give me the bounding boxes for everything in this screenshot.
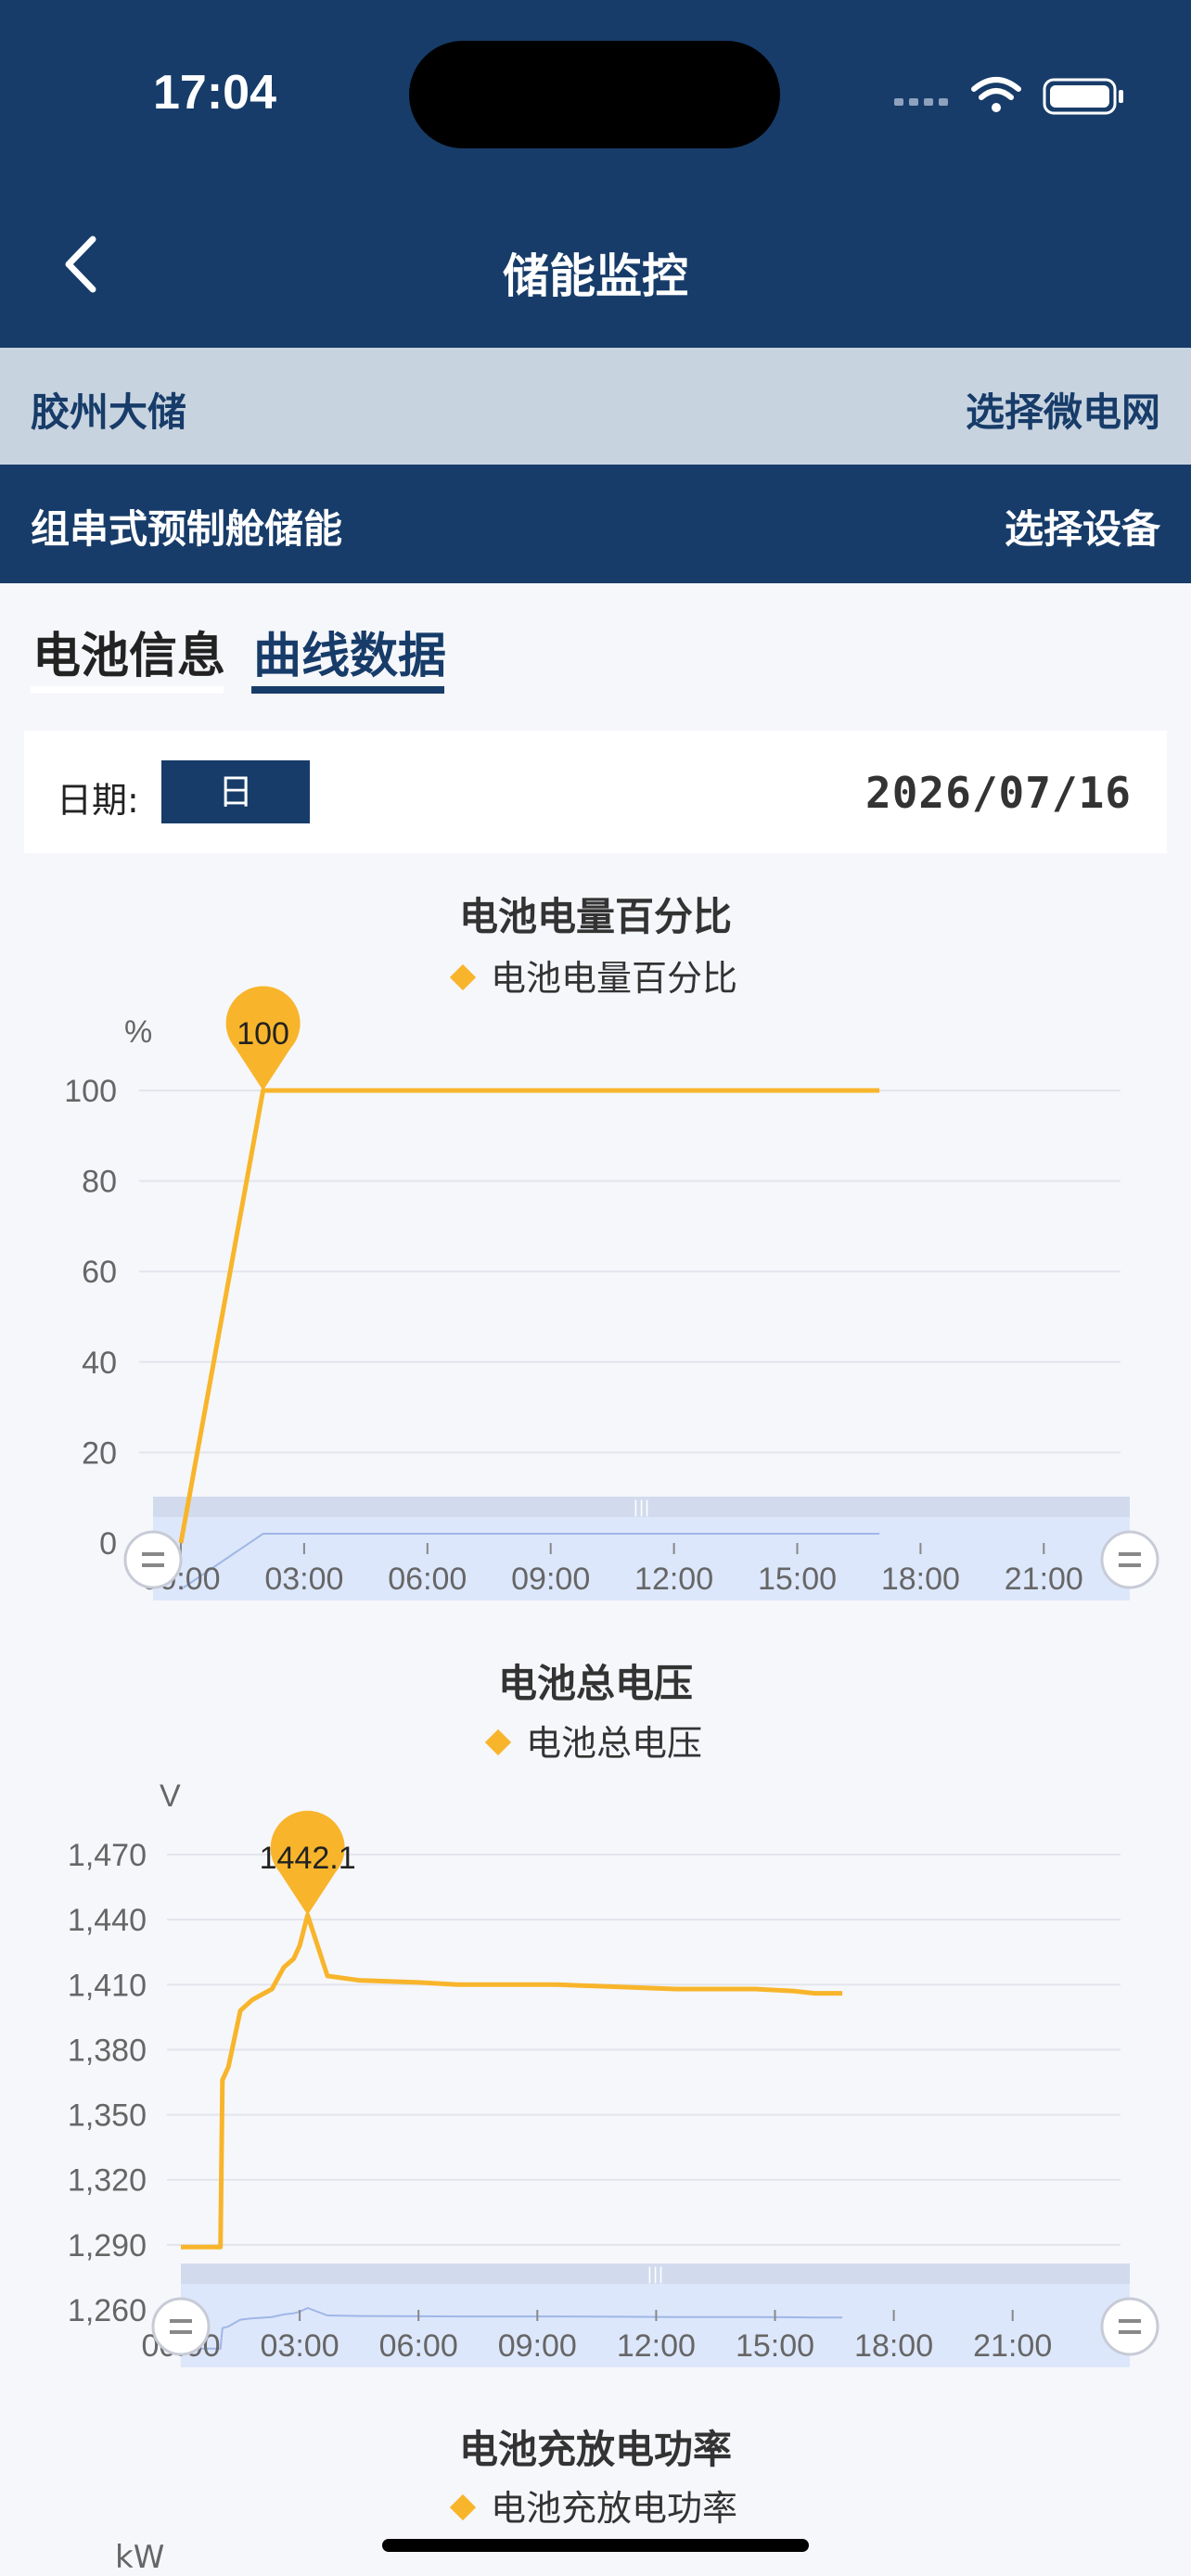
x-tick-label: 06:00 <box>379 2328 458 2364</box>
x-tick-label: 15:00 <box>736 2328 814 2364</box>
status-icons <box>894 77 1123 115</box>
x-tick-label: 09:00 <box>511 1562 590 1597</box>
zoom-grip-icon: ||| <box>647 2264 663 2284</box>
y-tick-label: 1,290 <box>68 2228 147 2264</box>
y-tick-label: 1,440 <box>68 1903 147 1938</box>
site-name: 胶州大储 <box>31 389 187 435</box>
x-tick-label: 18:00 <box>854 2328 933 2364</box>
signal-icon <box>894 98 948 106</box>
handle-circle <box>151 2297 211 2356</box>
y-tick-label: 20 <box>82 1435 117 1471</box>
battery-icon <box>1043 78 1123 115</box>
y-tick-label: 0 <box>99 1526 117 1562</box>
y-tick-label: 1,320 <box>68 2163 147 2199</box>
chart-legend-power: 电池充放电功率 <box>0 2480 1191 2531</box>
zoom-handle-left[interactable] <box>151 2297 211 2356</box>
chart-title-voltage: 电池总电压 <box>497 1661 693 1706</box>
y-tick-label: 40 <box>82 1345 117 1381</box>
max-marker-label: 100 <box>237 1016 289 1052</box>
zoom-grip-icon: ||| <box>633 1498 649 1517</box>
chart-soc[interactable]: %020406080100|||00:00 03:00 06:00 09:00 12:0… <box>0 983 1191 1613</box>
y-tick-label: 1,410 <box>68 1968 147 2003</box>
legend-diamond-icon <box>484 1728 512 1755</box>
dynamic-island <box>409 41 780 148</box>
date-filter-bar: 日期: 日 2026/07/16 <box>24 731 1167 853</box>
x-tick-label: 21:00 <box>973 2328 1052 2364</box>
handle-circle <box>123 1530 183 1589</box>
chart-title-soc: 电池电量百分比 <box>458 894 732 939</box>
x-tick-label: 03:00 <box>264 1562 343 1597</box>
y-axis-unit: V <box>160 1779 181 1814</box>
series-line <box>178 1088 880 1544</box>
y-axis-unit: % <box>124 1014 152 1050</box>
y-tick-label: 80 <box>82 1165 117 1200</box>
period-day-button[interactable]: 日 <box>161 760 310 823</box>
y-tick-label: 1,260 <box>68 2293 147 2328</box>
tab-battery-info-underline <box>31 686 224 694</box>
x-tick-label: 21:00 <box>1005 1562 1083 1597</box>
x-tick-label: 09:00 <box>498 2328 577 2364</box>
x-tick-label: 06:00 <box>388 1562 467 1597</box>
zoom-handle-right[interactable] <box>1100 2297 1159 2356</box>
handle-circle <box>1100 1530 1159 1589</box>
x-tick-label: 12:00 <box>617 2328 696 2364</box>
y-tick-label: 1,350 <box>68 2098 147 2134</box>
x-tick-label: 18:00 <box>881 1562 960 1597</box>
home-indicator <box>382 2539 809 2552</box>
x-tick-label: 03:00 <box>261 2328 339 2364</box>
max-marker-label: 1442.1 <box>260 1841 356 1876</box>
microgrid-row: 胶州大储 选择微电网 <box>0 348 1191 465</box>
handle-circle <box>1100 2297 1159 2356</box>
select-microgrid-button[interactable]: 选择微电网 <box>966 381 1160 438</box>
y-tick-label: 1,380 <box>68 2033 147 2068</box>
tab-curve-data[interactable]: 曲线数据 <box>253 617 446 686</box>
y-tick-label: 60 <box>82 1255 117 1290</box>
status-time: 17:04 <box>153 66 276 120</box>
date-label: 日期: <box>57 780 139 821</box>
legend-diamond-icon <box>449 2493 477 2520</box>
wifi-icon <box>971 77 1021 100</box>
date-picker[interactable]: 2026/07/16 <box>865 768 1132 818</box>
page-title: 储能监控 <box>503 249 688 303</box>
chart-voltage[interactable]: V 1,260 1,290 1,320 1,350 1,380 1,410 1,440 1,47… <box>0 1753 1191 2383</box>
select-device-button[interactable]: 选择设备 <box>1005 498 1160 555</box>
device-row: 组串式预制舱储能 选择设备 <box>0 465 1191 583</box>
y-tick-label: 100 <box>64 1074 117 1109</box>
tab-battery-info[interactable]: 电池信息 <box>32 617 225 686</box>
tab-curve-data-underline <box>251 686 444 694</box>
y-tick-label: 1,470 <box>68 1838 147 1873</box>
device-name: 组串式预制舱储能 <box>31 506 343 552</box>
legend-label: 电池充放电功率 <box>490 2488 737 2529</box>
chart-title-power: 电池充放电功率 <box>458 2427 732 2472</box>
header-bar: 17:04 储能监控 <box>0 0 1191 348</box>
x-tick-label: 15:00 <box>758 1562 837 1597</box>
zoom-handle-left[interactable] <box>123 1530 183 1589</box>
y-axis-unit: kW <box>115 2539 165 2576</box>
series-line <box>181 1912 843 2250</box>
zoom-handle-right[interactable] <box>1100 1530 1159 1589</box>
x-tick-label: 12:00 <box>634 1562 713 1597</box>
